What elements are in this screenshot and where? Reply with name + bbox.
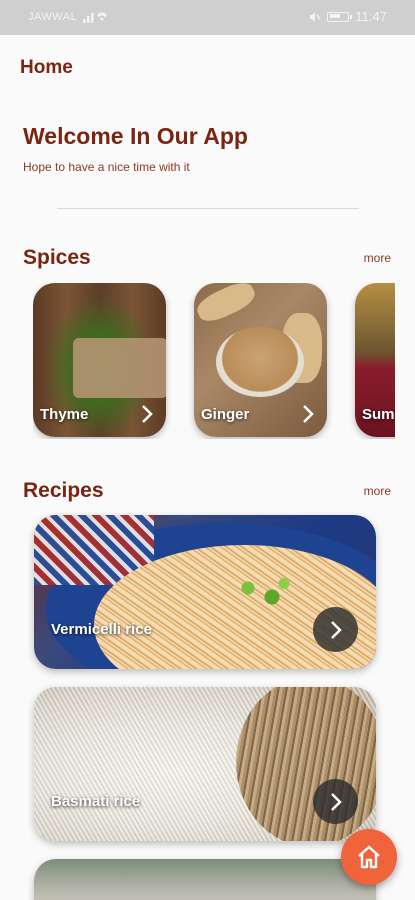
spice-card-ginger[interactable]: Ginger <box>194 283 327 437</box>
recipe-card-basmati-rice[interactable]: Basmati rice <box>34 687 376 841</box>
page-title: Home <box>20 57 73 78</box>
spice-card-sumac[interactable]: Sum <box>355 283 395 437</box>
recipe-card-vermicelli-rice[interactable]: Vermicelli rice <box>34 515 376 669</box>
recipe-open-button[interactable] <box>313 779 358 824</box>
recipes-more-link[interactable]: more <box>364 484 391 498</box>
status-bar: JAWWAL 11:47 <box>0 0 415 35</box>
spice-label: Ginger <box>201 406 250 423</box>
spice-card-thyme[interactable]: Thyme <box>33 283 166 437</box>
carrier-name: JAWWAL <box>28 11 78 23</box>
spice-image-bowl <box>216 327 304 397</box>
battery-icon <box>327 11 353 22</box>
clock: 11:47 <box>355 9 387 24</box>
welcome-title: Welcome In Our App <box>23 123 248 149</box>
spices-more-link[interactable]: more <box>364 251 391 265</box>
home-fab-button[interactable] <box>341 829 397 885</box>
spice-label: Sum <box>362 406 395 423</box>
chevron-right-icon <box>142 405 153 423</box>
home-icon <box>358 845 380 869</box>
divider <box>57 208 359 209</box>
chevron-right-icon <box>330 620 342 639</box>
recipe-label: Vermicelli rice <box>51 621 152 638</box>
recipes-section-title: Recipes <box>23 479 104 502</box>
spice-image <box>194 283 259 327</box>
recipe-open-button[interactable] <box>313 607 358 652</box>
mute-icon <box>310 11 322 22</box>
spice-label: Thyme <box>40 406 89 423</box>
chevron-right-icon <box>330 792 342 811</box>
chevron-right-icon <box>303 405 314 423</box>
welcome-subtitle: Hope to have a nice time with it <box>23 160 190 174</box>
spices-section-title: Spices <box>23 246 91 269</box>
spices-carousel[interactable]: Thyme Ginger Sum <box>33 283 395 439</box>
recipe-card-partial[interactable] <box>34 859 376 900</box>
signal-icon <box>83 12 107 23</box>
status-right: 11:47 <box>309 9 387 24</box>
wifi-icon <box>97 12 107 21</box>
recipe-image-stalks <box>236 687 376 841</box>
recipe-image-garnish <box>224 570 304 615</box>
recipe-label: Basmati rice <box>51 793 141 810</box>
spice-image <box>73 338 166 398</box>
